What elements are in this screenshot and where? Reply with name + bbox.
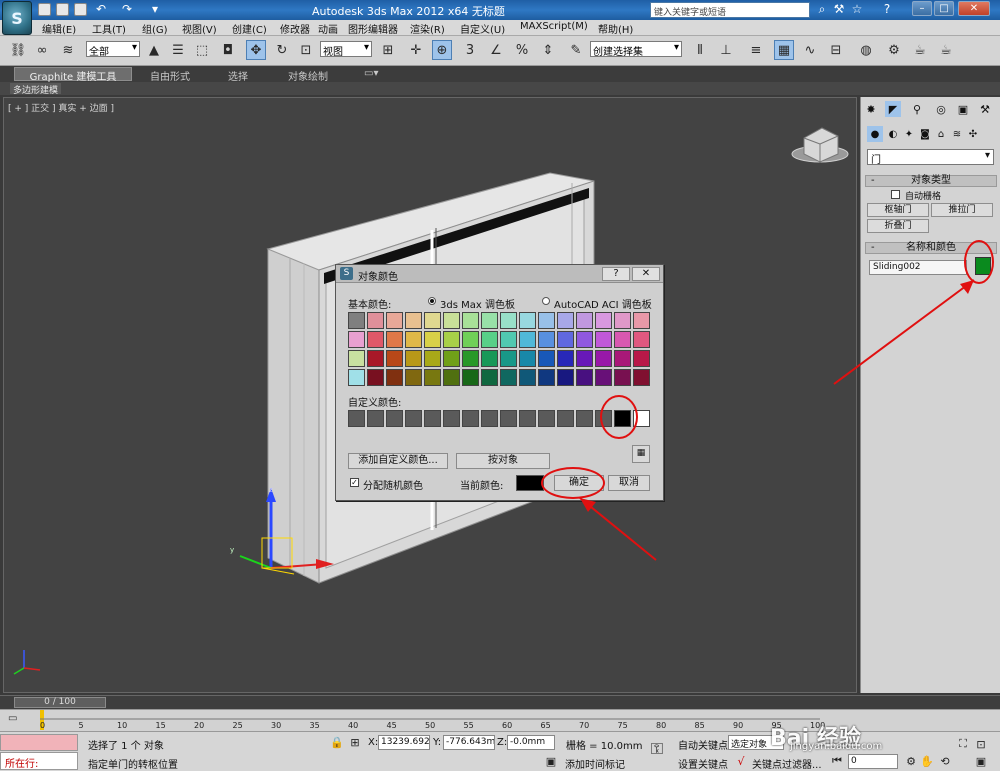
tick-label: 10 (117, 721, 128, 730)
grid-size: 栅格 = 10.0mm (566, 741, 643, 752)
tick-label: 80 (656, 721, 667, 730)
tick-label: 50 (425, 721, 436, 730)
tick-label: 20 (194, 721, 205, 730)
zoom-extents-icon[interactable]: ⛶ (956, 737, 970, 751)
tick-label: 15 (155, 721, 166, 730)
maxscript-listener[interactable] (0, 734, 78, 751)
watermark-url: jingyan.baidu.com (790, 741, 883, 752)
tick-label: 70 (579, 721, 590, 730)
tick-label: 5 (78, 721, 84, 730)
app-window: ↶ ↷ ▾ Autodesk 3ds Max 2012 x64 无标题 键入关键… (0, 0, 1000, 771)
z-label: Z: (497, 737, 508, 748)
goto-start-icon[interactable]: ⏮ (830, 754, 844, 768)
prompt-status: 指定单门的转枢位置 (88, 760, 178, 771)
x-coordinate-field[interactable]: 13239.692 (378, 735, 430, 750)
add-time-tag[interactable]: 添加时间标记 (565, 756, 625, 771)
tick-label: 45 (386, 721, 397, 730)
tick-label: 35 (309, 721, 320, 730)
tick-label: 85 (694, 721, 705, 730)
tick-label: 0 (40, 721, 46, 730)
time-config-icon[interactable]: ⚙ (904, 754, 918, 768)
app-logo-icon[interactable]: S (2, 1, 32, 35)
auto-key-button[interactable]: 自动关键点 (678, 737, 728, 752)
running-line-field[interactable]: 所在行: (0, 752, 78, 770)
tick-label: 60 (502, 721, 513, 730)
tick-label: 25 (232, 721, 243, 730)
time-tag-icon[interactable]: ▣ (544, 754, 558, 768)
tick-label: 30 (271, 721, 282, 730)
mini-curve-editor-icon[interactable]: ▭ (8, 713, 24, 727)
tick-label: 90 (733, 721, 744, 730)
current-frame-field[interactable]: 0 (848, 754, 898, 769)
absolute-mode-icon[interactable]: ⊞ (348, 735, 362, 749)
x-label: X: (368, 737, 379, 748)
y-label: Y: (433, 737, 442, 748)
track-ticks (40, 718, 820, 720)
key-filters-button[interactable]: 关键点过滤器... (752, 756, 822, 771)
annotation-arrows (579, 279, 975, 561)
selection-status: 选择了 1 个 对象 (88, 741, 164, 752)
tick-label: 65 (540, 721, 551, 730)
time-slider[interactable]: 0 / 100 (0, 695, 1000, 709)
set-key-icon[interactable]: ⚿ (650, 739, 664, 758)
orbit-icon[interactable]: ⟲ (938, 754, 952, 768)
set-key-button[interactable]: 设置关键点 (678, 756, 728, 771)
time-slider-thumb[interactable]: 0 / 100 (14, 697, 106, 708)
key-filter-icon[interactable]: √ (734, 754, 748, 768)
zoom-all-icon[interactable]: ⊡ (974, 737, 988, 751)
tick-label: 75 (617, 721, 628, 730)
tick-label: 40 (348, 721, 359, 730)
lock-selection-icon[interactable]: 🔒 (330, 735, 344, 749)
z-coordinate-field[interactable]: -0.0mm (507, 735, 555, 750)
y-coordinate-field[interactable]: -776.643m (443, 735, 495, 750)
tick-label: 55 (463, 721, 474, 730)
running-label: 所在行: (5, 759, 39, 770)
pan-view-icon[interactable]: ✋ (920, 754, 934, 768)
maximize-viewport-icon[interactable]: ▣ (974, 754, 988, 768)
